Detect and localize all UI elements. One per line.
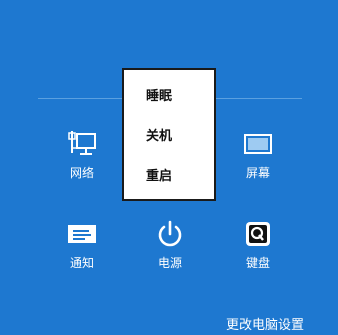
power-tile[interactable]: 电源 [140,218,200,280]
notifications-tile[interactable]: 通知 [52,218,112,280]
power-label: 电源 [157,256,182,270]
screen-brightness-icon [244,134,272,154]
menu-item-shutdown[interactable]: 关机 [124,122,214,152]
network-icon [68,131,96,155]
power-options-menu: 睡眠 关机 重启 [122,68,216,201]
network-tile[interactable]: 网络 [52,128,112,190]
menu-item-restart[interactable]: 重启 [124,162,214,192]
power-icon [158,220,182,247]
notifications-label: 通知 [69,256,94,270]
keyboard-label: 键盘 [245,256,270,270]
screen-label: 屏幕 [245,166,270,180]
network-label: 网络 [69,166,94,180]
change-pc-settings-link[interactable]: 更改电脑设置 [226,318,304,334]
keyboard-icon [246,222,270,246]
menu-item-sleep[interactable]: 睡眠 [124,82,214,112]
keyboard-tile[interactable]: 键盘 [228,218,288,280]
settings-charm-pane: 网络 屏幕 通知 电源 键盘 睡眠 关机 重启 更改电脑设置 [0,0,338,335]
screen-tile[interactable]: 屏幕 [228,128,288,190]
notifications-icon [68,225,96,243]
